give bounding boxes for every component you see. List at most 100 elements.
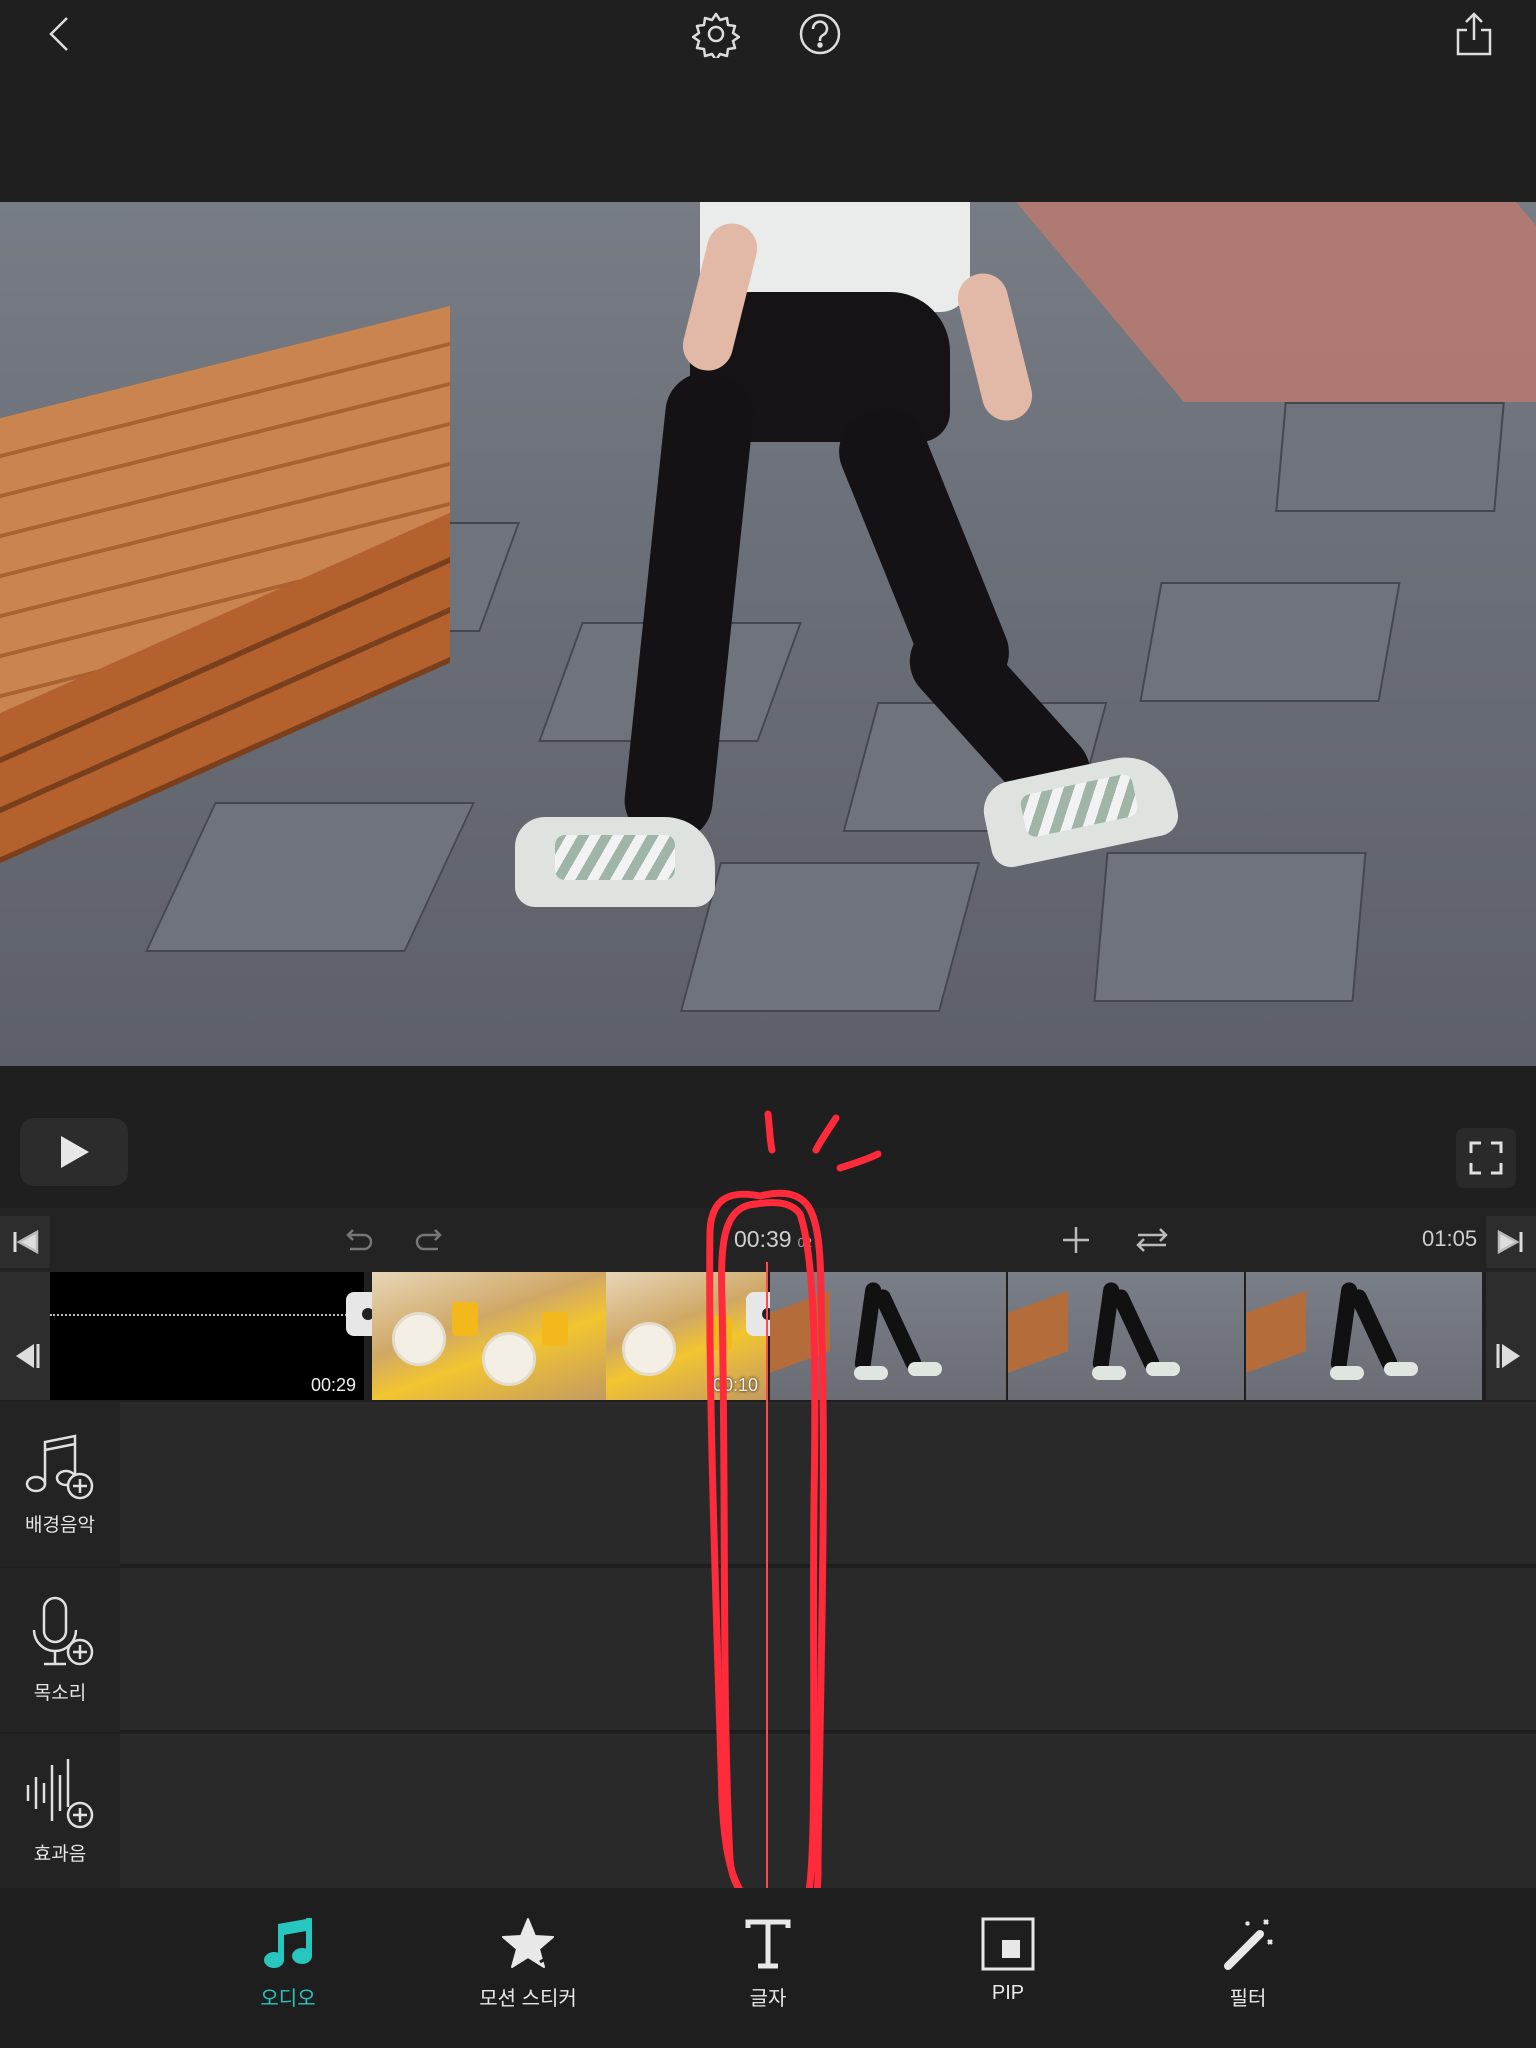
swap-button[interactable] <box>1130 1218 1174 1262</box>
thumb-leg <box>872 1286 924 1374</box>
thumb-juice <box>452 1302 478 1336</box>
preview-right-arm <box>952 268 1038 426</box>
skip-to-end-button[interactable] <box>1486 1216 1536 1268</box>
breakfast-clip-thumb[interactable] <box>372 1272 606 1400</box>
question-icon <box>799 13 841 55</box>
thumb-leg <box>1110 1286 1162 1374</box>
black-clip[interactable]: 00:29 <box>50 1272 364 1400</box>
timeline-header: 00:39 02 01:05 <box>0 1208 1536 1272</box>
step-back-icon <box>16 1344 40 1368</box>
tool-label: 글자 <box>749 1988 787 2010</box>
gear-icon <box>692 12 740 58</box>
breakfast-clip-thumb[interactable]: 00:10 <box>606 1272 766 1400</box>
chevron-left-icon <box>49 17 68 51</box>
preview-left-leg <box>620 368 758 846</box>
redo-icon <box>415 1229 442 1251</box>
tool-audio[interactable]: 오디오 <box>208 1916 368 2011</box>
export-button[interactable] <box>1444 4 1504 64</box>
swap-arrows-icon <box>1136 1228 1168 1252</box>
bgm-track-button[interactable]: 배경음악 <box>0 1402 120 1566</box>
waveform-add-icon <box>26 1758 94 1828</box>
thumb-plate <box>392 1312 446 1366</box>
prev-clip-button[interactable] <box>0 1272 50 1400</box>
sfx-track-button[interactable]: 효과음 <box>0 1734 120 1888</box>
tool-label: 모션 스티커 <box>479 1988 577 2010</box>
annotation-emphasis-mark <box>764 1110 776 1154</box>
tool-filter[interactable]: 필터 <box>1168 1916 1328 2011</box>
clip-duration: 00:10 <box>712 1375 758 1395</box>
pip-icon <box>981 1917 1035 1971</box>
skip-end-icon <box>1497 1230 1523 1254</box>
current-time-value: 00:39 <box>734 1226 792 1252</box>
playhead[interactable] <box>766 1262 768 1890</box>
thumb-juice <box>706 1316 732 1350</box>
walking-clip-thumb[interactable] <box>1008 1272 1244 1400</box>
bgm-track-lane[interactable] <box>120 1402 1536 1566</box>
tool-text[interactable]: 글자 <box>688 1916 848 2011</box>
video-editor-app: 00:39 02 01:05 00:29 00:10 배경음악 목소리 효과음 … <box>0 0 1536 2048</box>
preview-tile <box>1139 582 1401 702</box>
total-time: 01:05 <box>1422 1226 1478 1251</box>
thumb-wood <box>770 1291 830 1373</box>
thumb-leg <box>1348 1286 1400 1374</box>
walking-clip-thumb[interactable] <box>1246 1272 1482 1400</box>
thumb-plate <box>482 1332 536 1386</box>
tool-label: PIP <box>991 1982 1025 2004</box>
redo-button[interactable] <box>408 1218 452 1262</box>
thumb-wood <box>1008 1291 1068 1373</box>
preview-tile <box>1275 402 1505 512</box>
magic-wand-icon <box>1224 1919 1273 1970</box>
microphone-add-icon <box>32 1596 94 1665</box>
current-frame-value: 02 <box>797 1235 813 1250</box>
skip-start-icon <box>13 1230 39 1254</box>
annotation-emphasis-mark <box>812 1114 840 1154</box>
thumb-shoe <box>1092 1366 1126 1380</box>
undo-button[interactable] <box>336 1218 380 1262</box>
thumb-shoe <box>908 1362 942 1376</box>
fullscreen-button[interactable] <box>1456 1128 1516 1188</box>
thumb-shoe <box>1146 1362 1180 1376</box>
annotation-emphasis-mark <box>836 1150 882 1172</box>
walking-clip-thumb[interactable] <box>770 1272 1006 1400</box>
current-time: 00:39 02 <box>734 1226 812 1253</box>
tool-label: 필터 <box>1229 1988 1267 2010</box>
play-icon <box>61 1136 89 1168</box>
bottom-toolbar: 오디오 모션 스티커 글자 PIP 필터 <box>0 1888 1536 2048</box>
thumb-plate <box>622 1322 676 1376</box>
share-icon <box>1456 12 1492 56</box>
tool-motion-sticker[interactable]: 모션 스티커 <box>448 1916 608 2011</box>
clip-strip[interactable]: 00:29 00:10 <box>0 1272 1536 1400</box>
undo-icon <box>346 1229 373 1251</box>
play-button[interactable] <box>20 1118 128 1186</box>
thumb-juice <box>542 1312 568 1346</box>
voice-track-button[interactable]: 목소리 <box>0 1568 120 1732</box>
thumb-wood <box>1246 1291 1306 1373</box>
audio-line <box>50 1314 350 1316</box>
plus-icon <box>1063 1227 1089 1253</box>
preview-brick-path <box>1016 202 1536 402</box>
add-clip-button[interactable] <box>1054 1218 1098 1262</box>
next-clip-button[interactable] <box>1486 1272 1536 1400</box>
clip-duration: 00:29 <box>310 1375 356 1395</box>
tool-pip[interactable]: PIP <box>928 1916 1088 2005</box>
tool-label: 오디오 <box>260 1988 316 2010</box>
voice-track-lane[interactable] <box>120 1568 1536 1732</box>
text-t-icon <box>745 1919 791 1969</box>
thumb-shoe <box>1384 1362 1418 1376</box>
thumb-shoe <box>854 1366 888 1380</box>
thumb-shoe <box>1330 1366 1364 1380</box>
preview-left-shoe <box>515 817 715 907</box>
track-label-text: 목소리 <box>33 1682 87 1704</box>
settings-button[interactable] <box>686 4 746 64</box>
back-button[interactable] <box>30 4 90 64</box>
step-forward-icon <box>1496 1344 1520 1368</box>
skip-to-start-button[interactable] <box>0 1216 50 1268</box>
music-note-icon <box>264 1918 312 1968</box>
preview-tile <box>1093 852 1367 1002</box>
star-sticker-icon <box>502 1918 554 1968</box>
sfx-track-lane[interactable] <box>120 1734 1536 1888</box>
help-button[interactable] <box>790 4 850 64</box>
preview-tile <box>679 862 981 1012</box>
fullscreen-icon <box>1469 1141 1503 1175</box>
video-preview[interactable] <box>0 202 1536 1066</box>
